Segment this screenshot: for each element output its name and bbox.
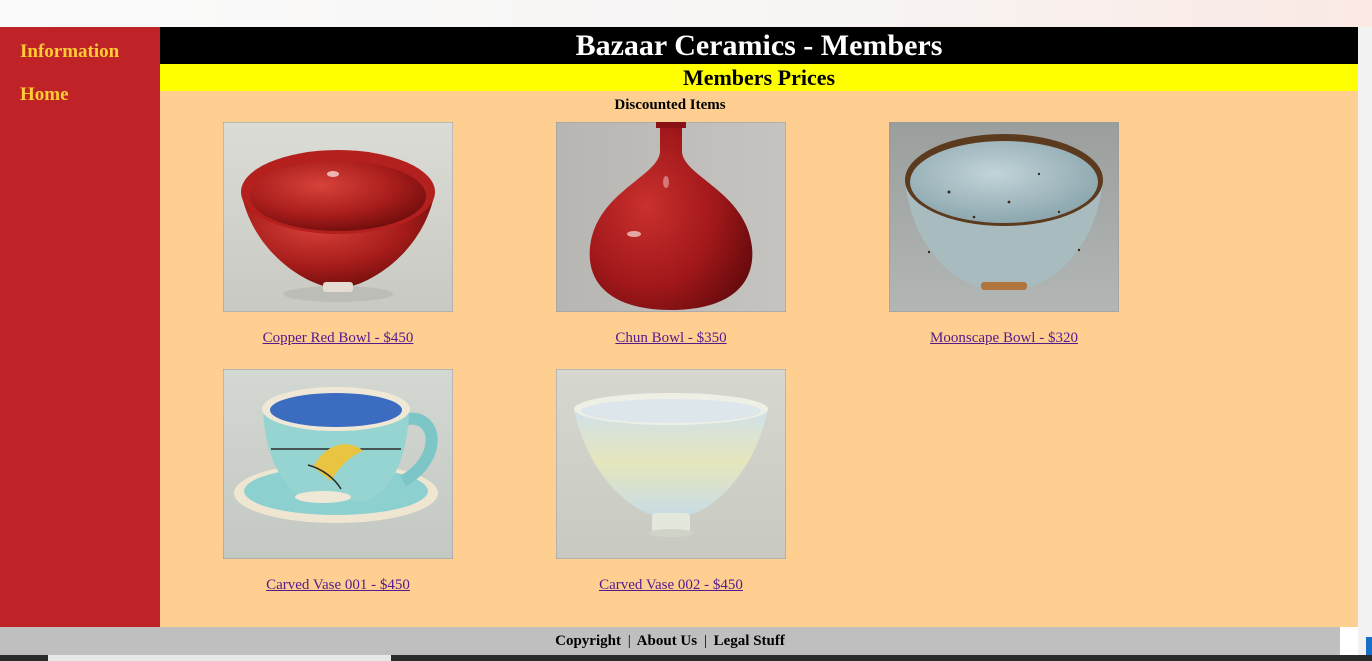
- footer-link-copyright[interactable]: Copyright: [555, 633, 621, 649]
- footer-separator: |: [627, 633, 631, 649]
- product-caption-link[interactable]: Copper Red Bowl - $450: [183, 330, 493, 347]
- product-item[interactable]: Carved Vase 001 - $450: [223, 369, 453, 593]
- footer-link-legal-stuff[interactable]: Legal Stuff: [714, 633, 785, 649]
- pale-bowl-image[interactable]: [556, 369, 786, 559]
- product-item[interactable]: Chun Bowl - $350: [556, 122, 786, 346]
- footer-separator: |: [703, 633, 707, 649]
- product-caption-link[interactable]: Carved Vase 001 - $450: [183, 577, 493, 594]
- moonscape-bowl-image[interactable]: [889, 122, 1119, 312]
- sidebar: Information Home: [0, 27, 160, 627]
- site-title: Bazaar Ceramics - Members: [160, 27, 1358, 64]
- footer: Copyright | About Us | Legal Stuff: [0, 627, 1340, 655]
- section-title: Members Prices: [160, 64, 1358, 91]
- chun-bowl-image[interactable]: [556, 122, 786, 312]
- taskbar-segment: [48, 655, 391, 661]
- browser-top-strip: [0, 0, 1372, 27]
- cup-and-saucer-image[interactable]: [223, 369, 453, 559]
- product-caption-link[interactable]: Carved Vase 002 - $450: [516, 577, 826, 594]
- product-item[interactable]: Carved Vase 002 - $450: [556, 369, 786, 593]
- product-item[interactable]: Moonscape Bowl - $320: [889, 122, 1119, 346]
- product-caption-link[interactable]: Chun Bowl - $350: [516, 330, 826, 347]
- page-right-edge: [1358, 27, 1372, 661]
- product-item[interactable]: Copper Red Bowl - $450: [223, 122, 453, 346]
- taskbar-strip: [0, 655, 1372, 661]
- product-caption-link[interactable]: Moonscape Bowl - $320: [849, 330, 1159, 347]
- main-content: Bazaar Ceramics - Members Members Prices…: [160, 27, 1358, 627]
- copper-red-bowl-image[interactable]: [223, 122, 453, 312]
- footer-link-about-us[interactable]: About Us: [637, 633, 697, 649]
- nav-link-information[interactable]: Information: [20, 41, 119, 63]
- nav-link-home[interactable]: Home: [20, 84, 69, 106]
- subheading: Discounted Items: [614, 97, 726, 113]
